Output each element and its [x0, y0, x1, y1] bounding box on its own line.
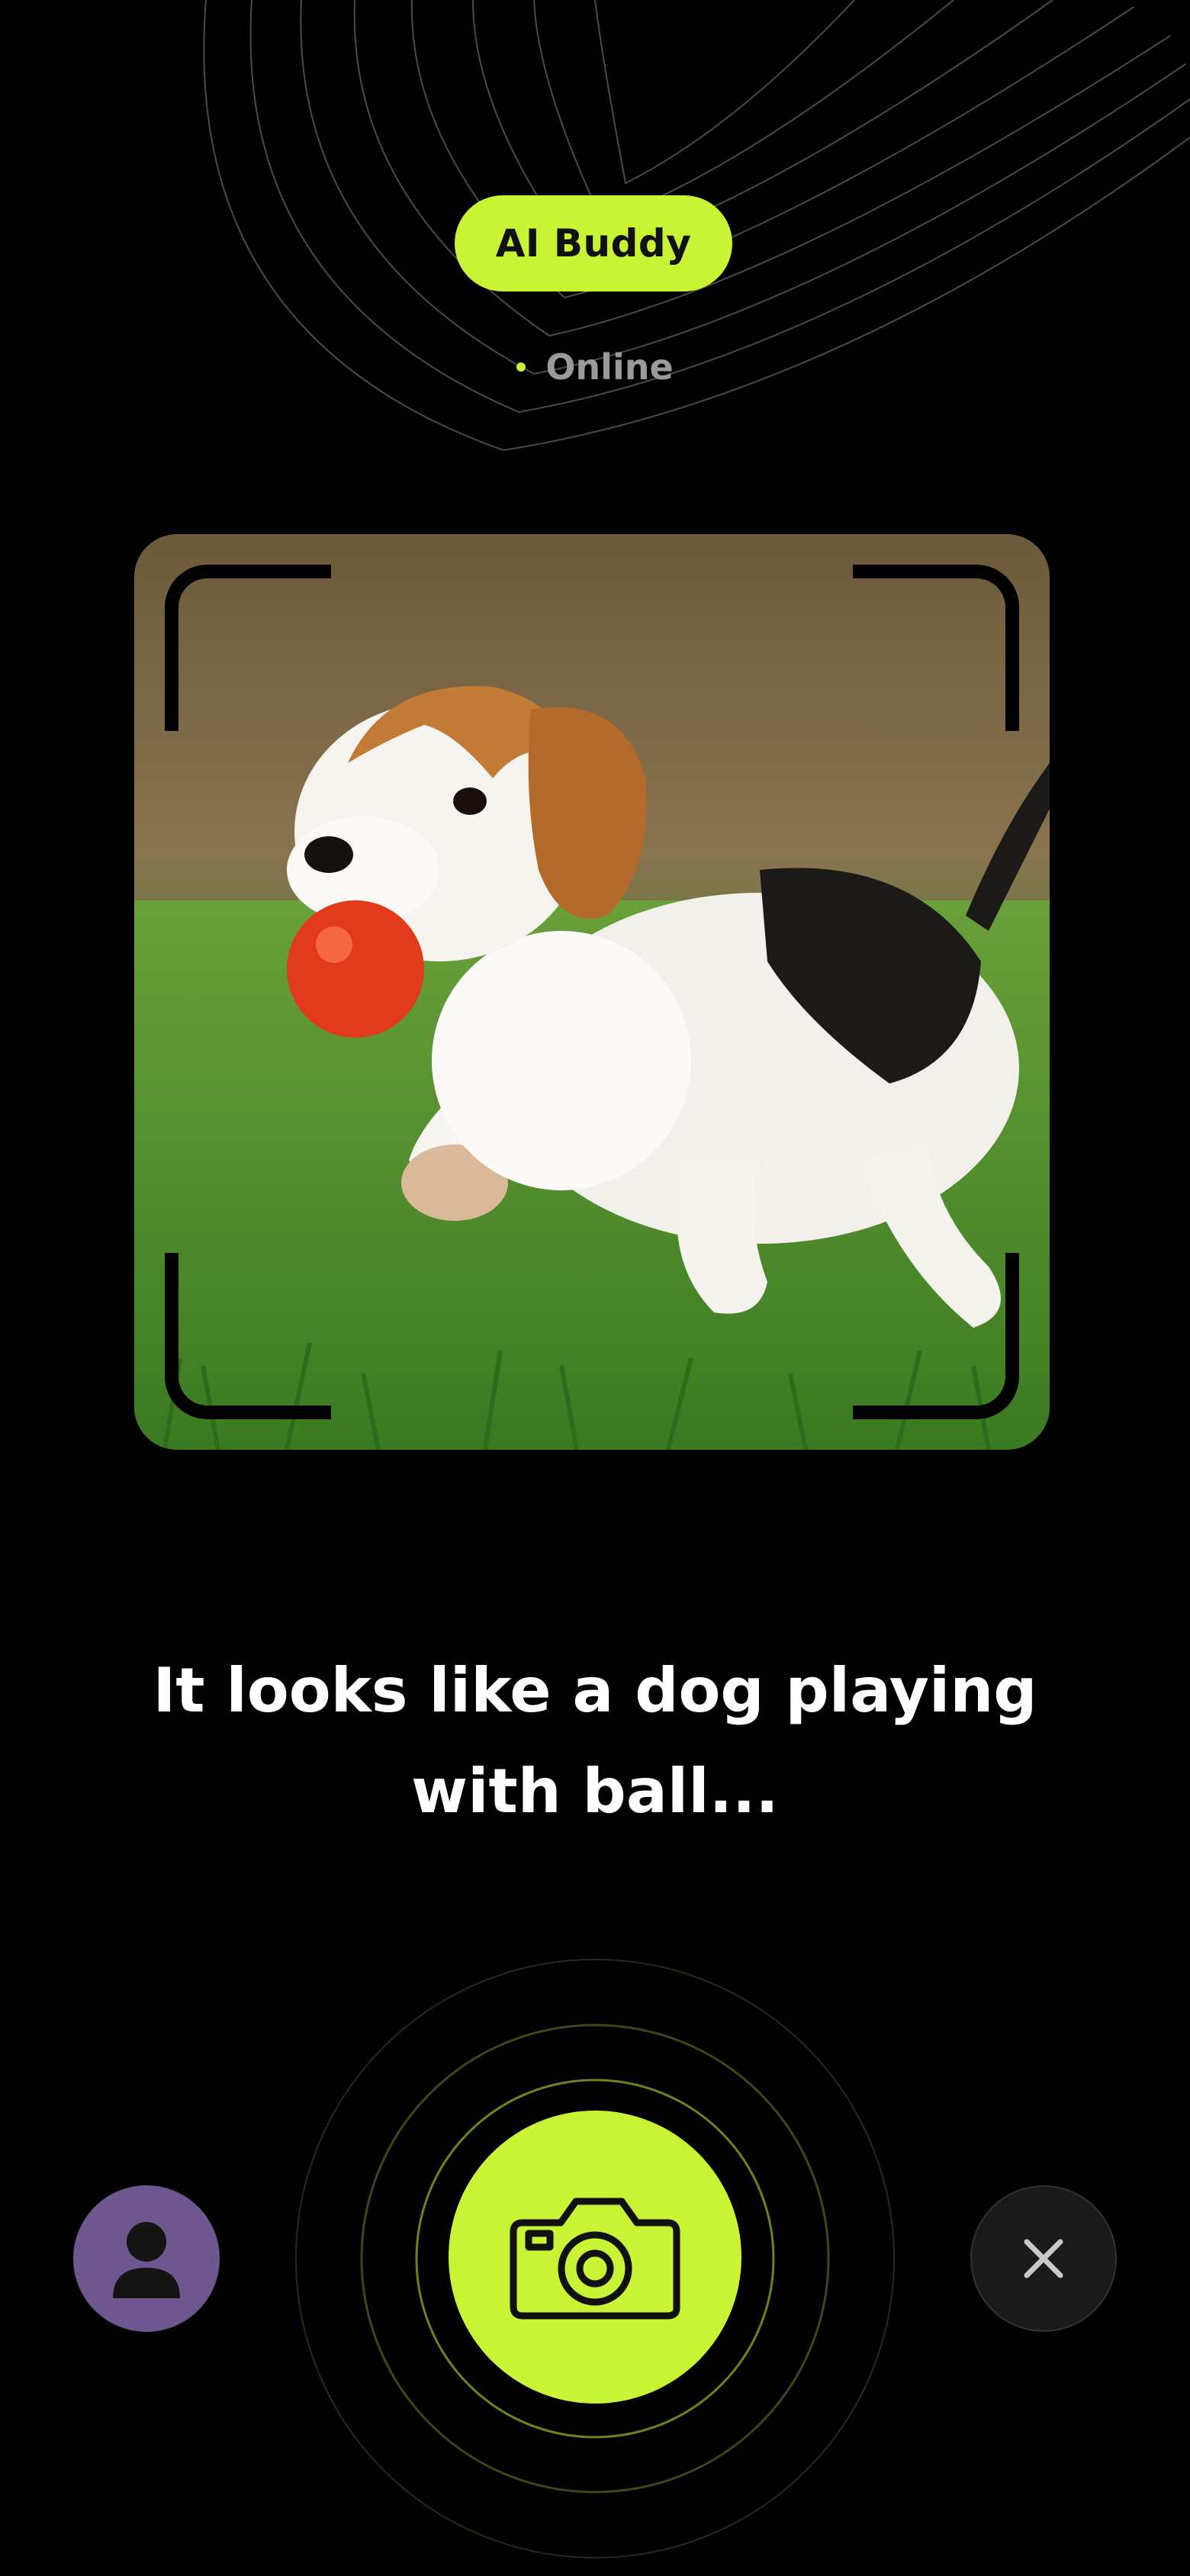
person-icon [113, 2222, 180, 2298]
viewfinder-corner-bottom-right [853, 1253, 1019, 1419]
close-icon [1024, 2239, 1063, 2278]
viewfinder-corner-top-left [165, 565, 331, 731]
capture-button[interactable] [449, 2111, 741, 2404]
viewfinder-corner-bottom-left [165, 1253, 331, 1419]
online-dot-icon [516, 362, 526, 372]
status-indicator: Online [0, 346, 1190, 388]
viewfinder-corner-top-right [853, 565, 1019, 731]
profile-button[interactable] [73, 2185, 220, 2332]
app-title: AI Buddy [495, 221, 692, 266]
ai-response-caption: It looks like a dog playing with ball... [153, 1655, 1037, 1827]
close-button[interactable] [970, 2185, 1117, 2332]
camera-preview [134, 534, 1050, 1450]
app-title-pill: AI Buddy [455, 195, 732, 291]
screen: AI Buddy Online It looks like a dog play… [0, 0, 1190, 2576]
status-text: Online [545, 346, 674, 388]
camera-icon [510, 2198, 680, 2320]
